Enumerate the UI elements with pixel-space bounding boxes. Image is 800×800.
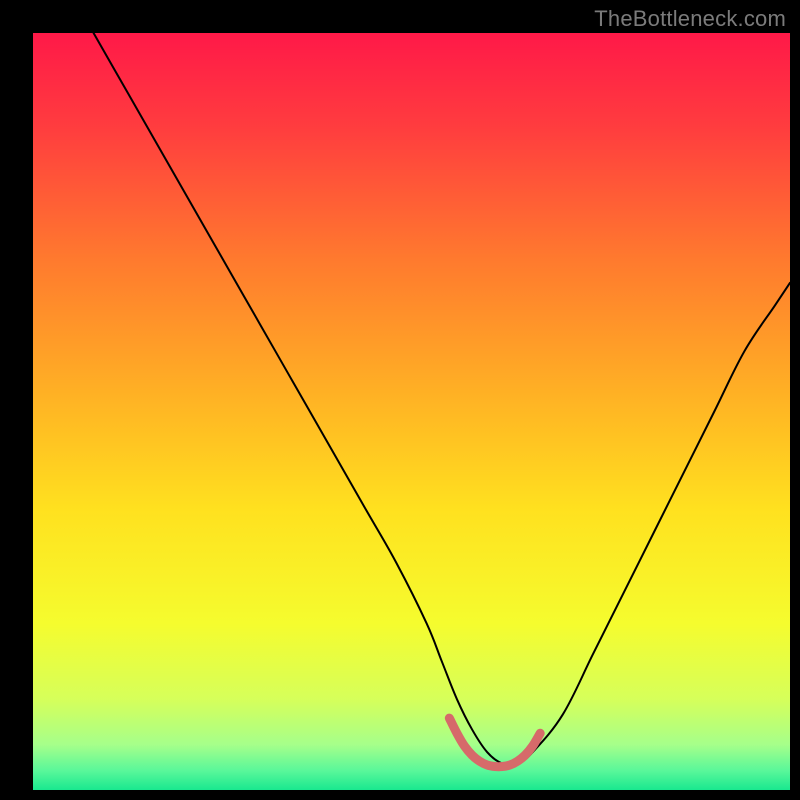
bottleneck-chart	[0, 0, 800, 800]
watermark-text: TheBottleneck.com	[594, 6, 786, 32]
chart-container: TheBottleneck.com	[0, 0, 800, 800]
gradient-background	[33, 33, 790, 790]
